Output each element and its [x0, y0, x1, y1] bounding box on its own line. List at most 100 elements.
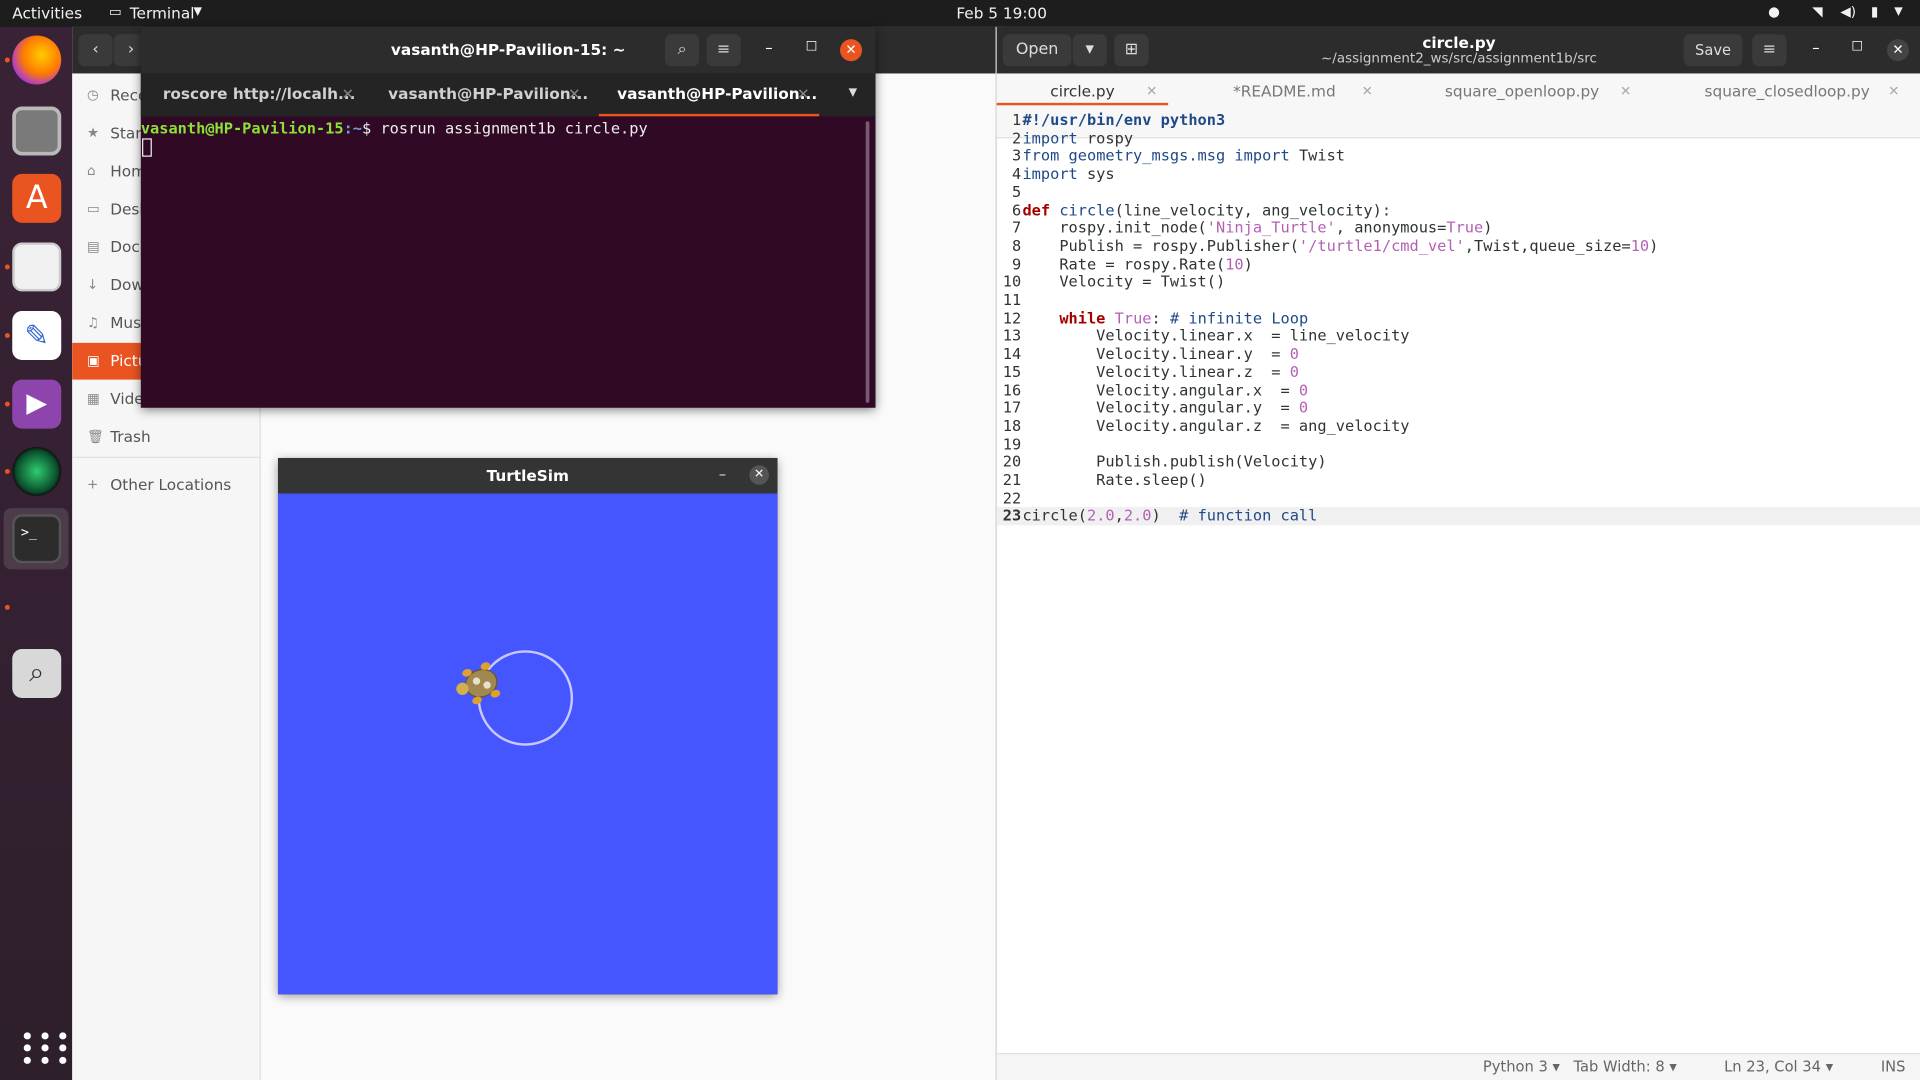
running-indicator: [4, 401, 10, 407]
code-line: 22: [1002, 488, 1022, 507]
code-line: 3from geometry_msgs.msg import Twist: [1012, 146, 1346, 165]
code-line: 20 Publish.publish(Velocity): [1002, 452, 1327, 471]
scrollbar[interactable]: [865, 121, 870, 403]
minimize-icon[interactable]: –: [1812, 39, 1819, 56]
code-line: 21 Rate.sleep(): [1002, 470, 1207, 489]
terminal-headerbar: vasanth@HP-Pavilion-15: ~ ⌕ ≡ – □ ✕: [140, 26, 876, 74]
sidebar-divider: [72, 456, 261, 458]
maximize-icon[interactable]: □: [806, 39, 818, 52]
close-tab-icon[interactable]: ✕: [1620, 78, 1631, 105]
tab-square-closedloop[interactable]: square_closedloop.py ✕: [1705, 78, 1900, 105]
color-picker-icon[interactable]: ●: [1768, 4, 1780, 20]
sidebar-item-other-locations[interactable]: + Other Locations: [72, 467, 261, 504]
search-icon[interactable]: ⌕: [664, 34, 700, 67]
close-icon[interactable]: ✕: [749, 465, 769, 485]
code-line: 16 Velocity.angular.x = 0: [1002, 380, 1309, 399]
sidebar-item-trash[interactable]: 🗑 Trash: [72, 419, 261, 456]
code-line: 11: [1002, 290, 1022, 309]
trash-icon: 🗑: [86, 428, 105, 445]
close-tab-icon[interactable]: ✕: [1362, 78, 1373, 105]
tab-width-selector[interactable]: Tab Width: 8 ▾: [1573, 1058, 1676, 1075]
terminal-tab[interactable]: roscore http://localh... ✕: [141, 73, 368, 116]
code-line: 19: [1002, 434, 1022, 453]
software-icon[interactable]: A: [12, 173, 62, 223]
system-menu-chevron-icon[interactable]: ▼: [1894, 6, 1902, 18]
videos-icon: ▦: [86, 390, 100, 407]
terminal-tab-active[interactable]: vasanth@HP-Pavilion... ✕: [598, 73, 820, 117]
code-line: 18 Velocity.angular.z = ang_velocity: [1002, 416, 1410, 435]
close-tab-icon[interactable]: ✕: [1888, 78, 1899, 105]
plus-icon: +: [86, 476, 99, 493]
rviz-icon[interactable]: [12, 446, 62, 496]
menu-icon[interactable]: ≡: [706, 34, 741, 67]
running-indicator: [4, 468, 10, 474]
pictures-icon: ▣: [86, 352, 100, 369]
terminal-window: vasanth@HP-Pavilion-15: ~ ⌕ ≡ – □ ✕ rosc…: [140, 26, 876, 408]
battery-icon[interactable]: ▮: [1871, 4, 1878, 20]
star-icon: ★: [86, 124, 100, 141]
cursor-position[interactable]: Ln 23, Col 34 ▾: [1724, 1058, 1833, 1075]
terminal-dock-icon[interactable]: >_: [12, 514, 62, 564]
language-selector[interactable]: Python 3 ▾: [1483, 1058, 1560, 1075]
menu-icon[interactable]: ≡: [1752, 34, 1787, 67]
wifi-icon[interactable]: ◥: [1812, 4, 1822, 20]
code-line: 13 Velocity.linear.x = line_velocity: [1002, 326, 1410, 345]
documents-icon: ▤: [86, 238, 100, 255]
tab-circle-py[interactable]: circle.py ✕: [996, 78, 1169, 106]
close-icon[interactable]: ✕: [840, 39, 863, 62]
code-line: 4import sys: [1012, 164, 1115, 183]
turtlesim-title: TurtleSim: [486, 466, 569, 485]
code-line: 10 Velocity = Twist(): [1002, 272, 1226, 291]
code-line: 9 Rate = rospy.Rate(10): [1012, 254, 1253, 273]
terminal-line: vasanth@HP-Pavilion-15:~$ rosrun assignm…: [141, 119, 648, 137]
code-editor[interactable]: 1#!/usr/bin/env python3 2import rospy 3f…: [996, 109, 1920, 1040]
minimize-icon[interactable]: –: [765, 39, 772, 56]
document-viewer-icon[interactable]: [12, 242, 62, 292]
close-tab-icon[interactable]: ✕: [342, 73, 354, 115]
prompt-path: :~: [343, 118, 363, 138]
insert-mode: INS: [1880, 1057, 1906, 1076]
music-icon: ♫: [86, 314, 100, 331]
close-icon[interactable]: ✕: [1886, 39, 1909, 62]
close-tab-icon[interactable]: ✕: [568, 73, 580, 115]
status-bar: Python 3 ▾ Tab Width: 8 ▾ Ln 23, Col 34 …: [996, 1053, 1920, 1080]
search-tool-icon[interactable]: ⌕: [12, 648, 62, 698]
close-tab-icon[interactable]: ✕: [797, 73, 809, 115]
show-applications-icon[interactable]: ∙∙∙ ∙∙∙ ∙∙∙: [20, 1022, 71, 1071]
tab-square-openloop[interactable]: square_openloop.py ✕: [1445, 78, 1631, 105]
files-icon[interactable]: [12, 106, 62, 156]
code-line: 17 Velocity.angular.y = 0: [1002, 398, 1309, 417]
cursor: [142, 138, 152, 157]
tab-readme[interactable]: *README.md ✕: [1233, 78, 1373, 105]
maximize-icon[interactable]: □: [1851, 39, 1863, 52]
code-line: 12 while True: # infinite Loop: [1002, 308, 1309, 327]
code-line-current: 23circle(2.0,2.0) # function call: [996, 506, 1920, 526]
close-tab-icon[interactable]: ✕: [1146, 78, 1157, 105]
activities-button[interactable]: Activities: [12, 4, 82, 22]
home-icon: ⌂: [86, 162, 96, 179]
text-editor-icon[interactable]: ✎: [12, 311, 62, 361]
code-line: 6def circle(line_velocity, ang_velocity)…: [1012, 200, 1392, 219]
clock[interactable]: Feb 5 19:00: [956, 4, 1047, 22]
code-line: 2import rospy: [1012, 128, 1134, 147]
app-menu[interactable]: Terminal: [130, 4, 195, 22]
terminal-tab[interactable]: vasanth@HP-Pavilion... ✕: [367, 73, 594, 116]
firefox-icon[interactable]: [12, 35, 62, 85]
prompt-user: vasanth@HP-Pavilion-15: [140, 118, 344, 138]
terminal-body[interactable]: vasanth@HP-Pavilion-15:~$ rosrun assignm…: [141, 116, 876, 407]
code-line: 8 Publish = rospy.Publisher('/turtle1/cm…: [1012, 236, 1659, 255]
desktop-icon: ▭: [86, 200, 100, 217]
back-icon[interactable]: ‹: [78, 34, 113, 67]
volume-icon[interactable]: ◀): [1840, 4, 1856, 20]
minimize-icon[interactable]: –: [719, 465, 726, 482]
video-player-icon[interactable]: ▶: [12, 379, 62, 429]
running-indicator: [4, 333, 10, 338]
running-indicator: [4, 57, 10, 63]
prompt-symbol: $: [362, 118, 372, 138]
downloads-icon: ↓: [86, 276, 99, 293]
code-line: 1#!/usr/bin/env python3: [1012, 110, 1226, 129]
tabs-dropdown-icon[interactable]: ▼: [849, 87, 857, 99]
save-button[interactable]: Save: [1683, 34, 1743, 67]
turtlesim-window: TurtleSim – ✕: [277, 457, 778, 995]
turtlesim-canvas: [277, 493, 778, 995]
